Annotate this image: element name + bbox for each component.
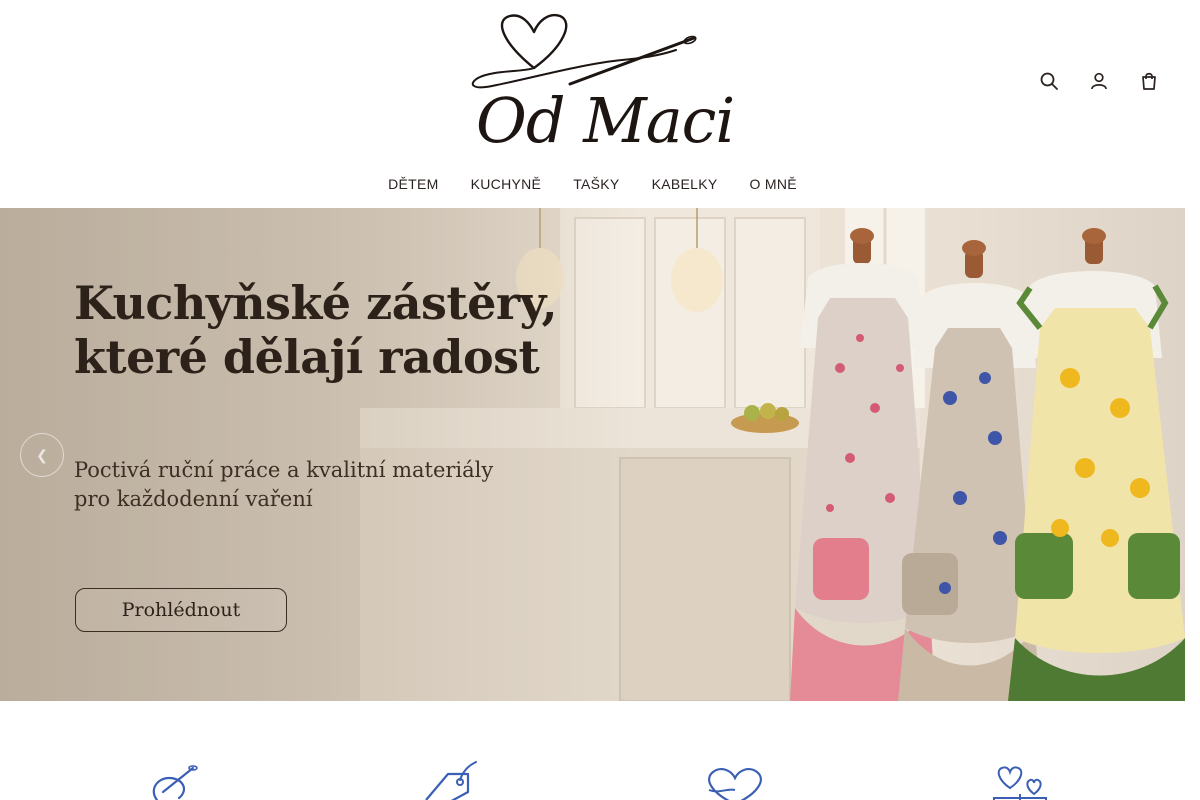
cart-icon[interactable] — [1138, 70, 1160, 92]
hero-banner: Kuchyňské zástěry, které dělají radost P… — [0, 208, 1185, 701]
slider-prev-button[interactable]: ❮ — [20, 433, 64, 477]
hero-title-line1: Kuchyňské zástěry, — [74, 276, 558, 330]
hearts-gift-icon — [993, 766, 1047, 800]
hero-subtitle: Poctivá ruční práce a kvalitní materiály… — [74, 456, 534, 514]
brand-logo[interactable]: Od Maci — [462, 12, 735, 157]
hero-subtitle-line1: Poctivá ruční práce a kvalitní materiály — [74, 458, 494, 482]
hero-subtitle-line2: pro každodenní vaření — [74, 487, 313, 511]
search-icon[interactable] — [1038, 70, 1060, 92]
nav-item-o-mne[interactable]: O MNĚ — [733, 176, 812, 192]
price-tag-icon — [425, 761, 477, 800]
features-row — [0, 755, 1185, 800]
nav-item-detem[interactable]: DĚTEM — [372, 176, 455, 192]
header-actions — [1038, 70, 1160, 92]
brand-name: Od Maci — [476, 84, 735, 157]
nav-item-tasky[interactable]: TAŠKY — [557, 176, 635, 192]
needle-thread-icon — [152, 765, 198, 800]
hero-title: Kuchyňské zástěry, které dělají radost — [74, 276, 574, 384]
main-nav: DĚTEM KUCHYNĚ TAŠKY KABELKY O MNĚ — [0, 176, 1185, 192]
nav-item-kuchyne[interactable]: KUCHYNĚ — [455, 176, 558, 192]
chevron-left-icon: ❮ — [36, 446, 48, 463]
browse-button[interactable]: Prohlédnout — [75, 588, 287, 632]
apron-mannequin-sunflower — [1008, 228, 1185, 701]
site-header: Od Maci DĚTEM KUCHYNĚ TAŠKY KABELKY O MN… — [0, 0, 1200, 208]
hero-title-line2: které dělají radost — [74, 330, 540, 384]
account-icon[interactable] — [1088, 70, 1110, 92]
heart-hands-icon — [708, 768, 762, 800]
nav-item-kabelky[interactable]: KABELKY — [636, 176, 734, 192]
